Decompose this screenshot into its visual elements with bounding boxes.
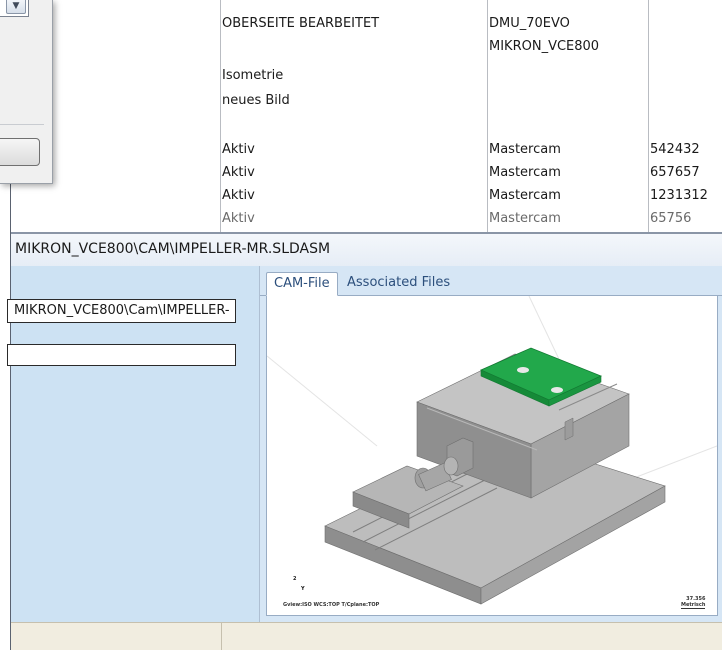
table-column-divider [220, 0, 221, 232]
tab-associated-files[interactable]: Associated Files [340, 272, 457, 296]
file-path-bar: MIKRON_VCE800\CAM\IMPELLER-MR.SLDASM [11, 232, 722, 266]
table-cell[interactable]: Isometrie [222, 67, 283, 85]
status-bar [11, 622, 722, 650]
tab-cam-file[interactable]: CAM-File [266, 272, 338, 296]
dialog-window: ▼ [0, 0, 53, 184]
preview-pane: CAM-File Associated Files 2 Y Gview:ISO … [259, 266, 722, 622]
file-path-text: MIKRON_VCE800\CAM\IMPELLER-MR.SLDASM [15, 241, 331, 257]
table-cell[interactable]: Mastercam [489, 210, 561, 228]
dialog-divider [0, 124, 44, 125]
parameter-table: OBERSEITE BEARBEITET Isometrie neues Bil… [10, 0, 722, 232]
status-bar-divider [221, 623, 222, 650]
table-cell[interactable]: OBERSEITE BEARBEITET [222, 15, 379, 33]
table-column-divider [648, 0, 649, 232]
table-cell[interactable]: neues Bild [222, 92, 290, 110]
table-cell[interactable]: Mastercam [489, 141, 561, 159]
chevron-down-icon[interactable]: ▼ [6, 0, 26, 14]
table-cell[interactable]: 1231312 [650, 187, 708, 205]
table-cell[interactable]: Mastercam [489, 164, 561, 182]
table-cell[interactable]: MIKRON_VCE800 [489, 38, 599, 56]
file-properties-pane: MIKRON_VCE800\Cam\IMPELLER- [7, 266, 259, 622]
scale-unit: Metrisch [681, 602, 706, 608]
cam-preview-viewport[interactable]: 2 Y Gview:ISO WCS:TOP T/Cplane:TOP 37.35… [266, 296, 718, 616]
table-cell[interactable]: Mastercam [489, 187, 561, 205]
table-cell[interactable]: 542432 [650, 141, 700, 159]
table-cell[interactable]: 65756 [650, 210, 691, 228]
table-cell[interactable]: Aktiv [222, 164, 255, 182]
axis-label: Y [301, 586, 305, 592]
tab-strip: CAM-File Associated Files [260, 266, 722, 296]
table-cell[interactable]: DMU_70EVO [489, 15, 570, 33]
table-cell[interactable]: Aktiv [222, 141, 255, 159]
dialog-combobox[interactable]: ▼ [0, 0, 29, 17]
scale-indicator: 37.356 Metrisch [681, 596, 706, 609]
table-cell[interactable]: Aktiv [222, 210, 255, 228]
axis-label: 2 [293, 576, 297, 582]
detail-panel: MIKRON_VCE800\CAM\IMPELLER-MR.SLDASM MIK… [7, 232, 722, 650]
table-cell[interactable]: Aktiv [222, 187, 255, 205]
dialog-button[interactable] [0, 138, 40, 166]
view-status-text: Gview:ISO WCS:TOP T/Cplane:TOP [283, 602, 380, 608]
table-cell[interactable]: 657657 [650, 164, 700, 182]
table-column-divider [487, 0, 488, 232]
empty-text-field[interactable] [7, 344, 236, 366]
cam-path-field[interactable]: MIKRON_VCE800\Cam\IMPELLER- [7, 299, 236, 323]
vise-3d-model [267, 296, 717, 605]
